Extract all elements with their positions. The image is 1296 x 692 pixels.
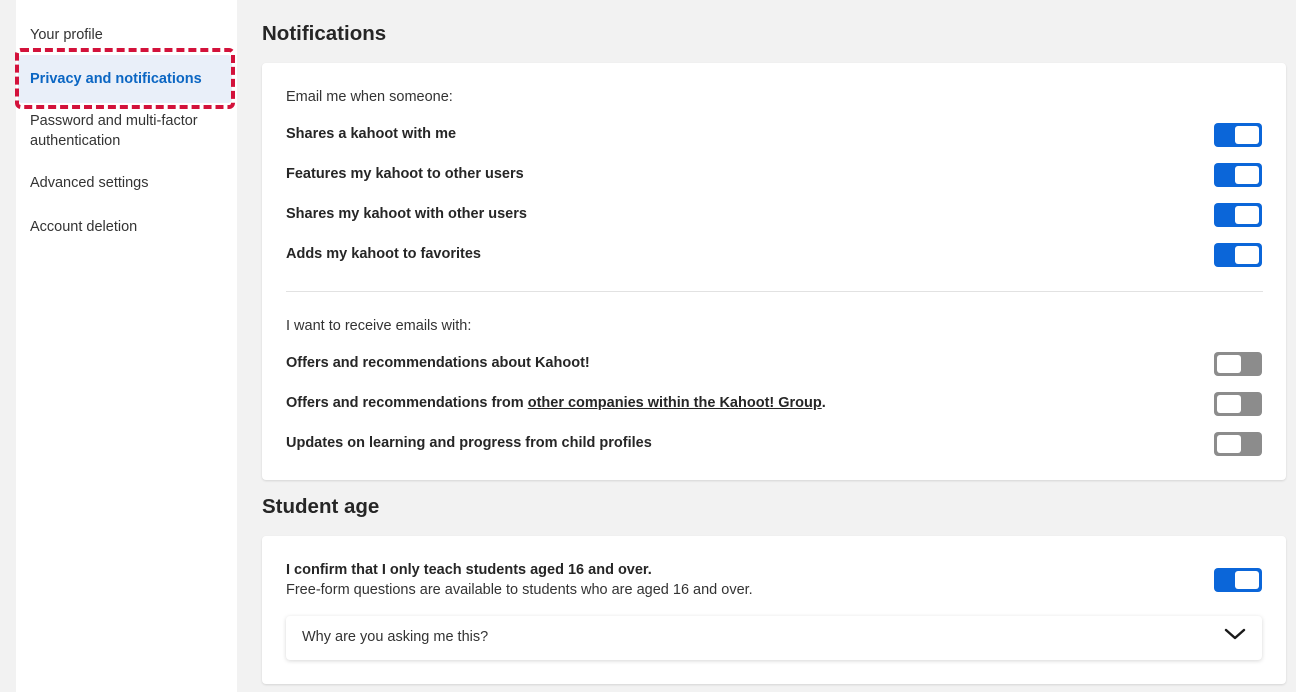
toggle-offers-kahoot[interactable] — [1214, 352, 1262, 376]
receive-row-label: Offers and recommendations about Kahoot! — [286, 355, 590, 371]
sidebar-item-account-deletion[interactable]: Account deletion — [16, 217, 237, 237]
toggle-knob — [1235, 246, 1259, 264]
section-divider — [286, 291, 1263, 292]
accordion-label: Why are you asking me this? — [302, 629, 489, 645]
row-label-suffix: . — [821, 395, 826, 411]
email-row-label: Shares my kahoot with other users — [286, 206, 527, 222]
toggle-shares-my-kahoot[interactable] — [1214, 203, 1262, 227]
receive-group-label: I want to receive emails with: — [286, 318, 472, 334]
toggle-adds-to-favorites[interactable] — [1214, 243, 1262, 267]
email-row-label: Adds my kahoot to favorites — [286, 246, 481, 262]
email-group-label: Email me when someone: — [286, 89, 453, 105]
toggle-student-age-confirm[interactable] — [1214, 568, 1262, 592]
sidebar-item-your-profile[interactable]: Your profile — [16, 25, 237, 45]
email-row-label: Shares a kahoot with me — [286, 126, 457, 142]
sidebar-item-advanced-settings[interactable]: Advanced settings — [16, 173, 237, 193]
settings-page: Your profile Privacy and notifications P… — [0, 0, 1296, 692]
receive-row-label: Updates on learning and progress from ch… — [286, 435, 652, 451]
sidebar-item-privacy-and-notifications[interactable]: Privacy and notifications — [18, 55, 232, 103]
toggle-knob — [1235, 166, 1259, 184]
toggle-knob — [1217, 395, 1241, 413]
toggle-knob — [1217, 355, 1241, 373]
row-label-prefix: Offers and recommendations from — [286, 395, 528, 411]
toggle-features-my-kahoot[interactable] — [1214, 163, 1262, 187]
student-age-card: I confirm that I only teach students age… — [262, 536, 1286, 684]
toggle-child-profile-updates[interactable] — [1214, 432, 1262, 456]
toggle-knob — [1235, 571, 1259, 589]
email-row-label: Features my kahoot to other users — [286, 166, 524, 182]
notifications-title: Notifications — [262, 22, 387, 45]
why-asking-accordion[interactable]: Why are you asking me this? — [286, 616, 1262, 660]
receive-row-label: Offers and recommendations from other co… — [286, 395, 826, 411]
sidebar-item-password-and-mfa[interactable]: Password and multi-factor authentication — [16, 111, 226, 151]
student-age-title: Student age — [262, 495, 380, 518]
toggle-offers-other-companies[interactable] — [1214, 392, 1262, 416]
settings-sidebar: Your profile Privacy and notifications P… — [16, 0, 237, 692]
chevron-down-icon — [1224, 628, 1246, 640]
toggle-knob — [1235, 206, 1259, 224]
toggle-shares-kahoot-with-me[interactable] — [1214, 123, 1262, 147]
toggle-knob — [1235, 126, 1259, 144]
notifications-card: Email me when someone: Shares a kahoot w… — [262, 63, 1286, 480]
student-age-description: Free-form questions are available to stu… — [286, 582, 753, 598]
student-age-confirm-label: I confirm that I only teach students age… — [286, 562, 652, 578]
toggle-knob — [1217, 435, 1241, 453]
kahoot-group-companies-link[interactable]: other companies within the Kahoot! Group — [528, 395, 822, 411]
